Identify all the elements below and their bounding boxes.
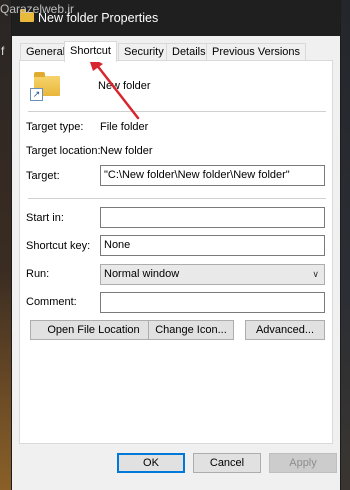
background-stray-text: f: [1, 44, 5, 58]
target-type-label: Target type:: [26, 121, 84, 133]
tab-strip: General Shortcut Security Details Previo…: [20, 41, 340, 62]
target-type-value: File folder: [100, 121, 149, 133]
tab-previous-versions[interactable]: Previous Versions: [206, 43, 307, 60]
change-icon-button[interactable]: Change Icon...: [148, 320, 234, 340]
chevron-down-icon: ∨: [312, 269, 319, 279]
divider: [28, 111, 326, 112]
shortcut-name: New folder: [98, 80, 151, 92]
target-input[interactable]: "C:\New folder\New folder\New folder": [100, 165, 325, 186]
tab-shortcut[interactable]: Shortcut: [64, 41, 117, 62]
run-select-value: Normal window: [104, 268, 180, 280]
run-select[interactable]: Normal window ∨: [100, 264, 325, 285]
start-in-input[interactable]: [100, 207, 325, 228]
properties-dialog: New folder Properties General Shortcut S…: [12, 0, 340, 490]
watermark: Qarazelweb.ir: [0, 2, 75, 16]
start-in-label: Start in:: [26, 212, 64, 224]
advanced-button[interactable]: Advanced...: [245, 320, 325, 340]
divider: [28, 198, 326, 199]
target-label: Target:: [26, 170, 60, 182]
open-file-location-button[interactable]: Open File Location: [30, 320, 157, 340]
desktop-background-left: [0, 0, 12, 490]
tab-details[interactable]: Details: [166, 43, 212, 60]
apply-button[interactable]: Apply: [269, 453, 337, 473]
shortcut-key-input[interactable]: None: [100, 235, 325, 256]
cancel-button[interactable]: Cancel: [193, 453, 261, 473]
run-label: Run:: [26, 268, 50, 280]
shortcut-key-label: Shortcut key:: [26, 240, 91, 252]
tab-security[interactable]: Security: [118, 43, 170, 60]
desktop-background-right: [340, 0, 350, 490]
comment-label: Comment:: [26, 296, 77, 308]
target-location-value: New folder: [100, 145, 153, 157]
target-location-label: Target location:: [26, 145, 101, 157]
ok-button[interactable]: OK: [117, 453, 185, 473]
comment-input[interactable]: [100, 292, 325, 313]
shortcut-overlay-icon: ↗: [30, 88, 43, 101]
